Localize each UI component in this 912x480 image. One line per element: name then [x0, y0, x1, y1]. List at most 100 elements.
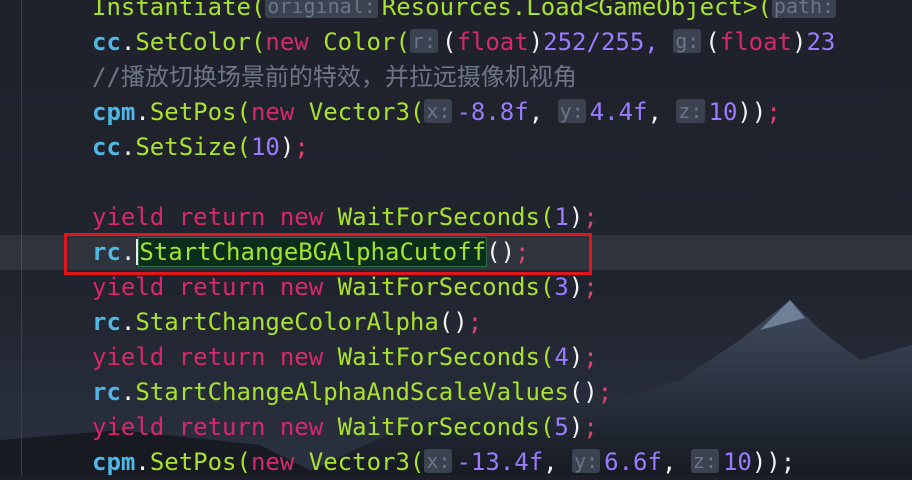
parameter-hint: g:	[673, 29, 702, 53]
code-token: SetSize(	[135, 133, 251, 161]
code-token: yield	[92, 343, 179, 371]
code-token: yield	[92, 203, 179, 231]
code-line-1: Instantiate(original: Resources.Load<Game…	[0, 0, 912, 25]
code-token: ()	[568, 378, 598, 406]
code-token: new	[279, 273, 338, 301]
code-token: WaitForSeconds(	[337, 203, 555, 231]
code-token: .	[135, 448, 150, 476]
code-line-7: yield return new WaitForSeconds(1);	[0, 200, 912, 235]
code-token: -8.8f	[456, 98, 529, 126]
code-token: ,	[528, 98, 558, 126]
code-token: .	[120, 133, 136, 161]
code-token: 10	[722, 448, 752, 476]
code-token: .	[120, 308, 136, 336]
code-token: SetPos(	[149, 98, 251, 126]
code-token: )	[528, 28, 544, 56]
code-token: return	[178, 273, 280, 301]
code-token: Vector3(	[308, 448, 425, 476]
code-line-10: rc.StartChangeColorAlpha();	[0, 305, 912, 340]
code-line-3: //播放切换场景前的特效，并拉远摄像机视角	[0, 60, 912, 95]
code-token: cc	[92, 28, 121, 56]
code-token: WaitForSeconds(	[337, 413, 555, 441]
code-token: new	[265, 28, 324, 56]
code-token: cpm	[92, 98, 136, 126]
code-token: SetPos(	[149, 448, 251, 476]
code-token: 1	[554, 203, 569, 231]
code-token: cpm	[92, 448, 136, 476]
code-token: yield	[92, 413, 179, 441]
code-token: return	[178, 343, 280, 371]
code-token: ;	[583, 343, 598, 371]
code-token: rc	[92, 308, 121, 336]
code-token: ;	[597, 378, 613, 406]
code-token: (	[442, 28, 457, 56]
code-token: 6.6f	[604, 448, 662, 476]
red-annotation-box	[64, 233, 592, 275]
code-token: )	[568, 343, 584, 371]
code-token: 5	[554, 413, 569, 441]
code-line-5: cc.SetSize(10);	[0, 130, 912, 165]
code-token: )	[279, 133, 295, 161]
parameter-hint: z:	[676, 99, 705, 123]
code-token: .	[120, 28, 136, 56]
code-line-2: cc.SetColor(new Color(r: (float)252/255, …	[0, 25, 912, 60]
code-token: -13.4f	[456, 448, 544, 476]
code-token: new	[279, 203, 338, 231]
code-token: return	[178, 413, 280, 441]
parameter-hint: original:	[265, 0, 378, 18]
code-token: new	[250, 98, 309, 126]
code-token: StartChangeAlphaAndScaleValues	[135, 378, 569, 406]
code-token: .	[120, 378, 136, 406]
code-token: )	[568, 203, 584, 231]
parameter-hint: x:	[424, 449, 453, 473]
code-token: new	[279, 413, 338, 441]
code-comment: //播放切换场景前的特效，并拉远摄像机视角	[92, 63, 577, 91]
code-token: cc	[92, 133, 121, 161]
parameter-hint: z:	[690, 449, 719, 473]
code-token: ;	[583, 203, 598, 231]
code-token: ;	[294, 133, 309, 161]
code-token: new	[250, 448, 309, 476]
code-token: Load	[526, 0, 585, 21]
code-token: Resources.	[381, 0, 527, 21]
code-line-13: yield return new WaitForSeconds(5);	[0, 410, 912, 445]
parameter-hint: x:	[424, 99, 453, 123]
code-token: WaitForSeconds(	[337, 273, 555, 301]
parameter-hint: path:	[771, 0, 837, 18]
code-token: Instantiate(	[92, 0, 266, 21]
code-token: ;	[766, 98, 781, 126]
code-token: (	[705, 28, 720, 56]
code-token: 4	[554, 343, 569, 371]
code-token: 252/255,	[543, 28, 674, 56]
code-token: 10	[250, 133, 280, 161]
code-token: float	[456, 28, 529, 56]
code-line-12: rc.StartChangeAlphaAndScaleValues();	[0, 375, 912, 410]
code-token: ;	[583, 273, 598, 301]
parameter-hint: y:	[572, 449, 601, 473]
code-token: SetColor(	[135, 28, 266, 56]
code-token: 4.4f	[589, 98, 648, 126]
code-token: <GameObject>(	[584, 0, 772, 21]
code-line-11: yield return new WaitForSeconds(4);	[0, 340, 912, 375]
code-token: ;	[583, 413, 598, 441]
code-line-9: yield return new WaitForSeconds(3);	[0, 270, 912, 305]
code-token: ))	[737, 98, 767, 126]
code-token: rc	[92, 378, 121, 406]
code-token: new	[279, 343, 338, 371]
code-token: Color(	[323, 28, 410, 56]
parameter-hint: r:	[409, 29, 438, 53]
code-token: ,	[661, 448, 691, 476]
code-token: return	[178, 203, 280, 231]
code-line-4: cpm.SetPos(new Vector3(x: -8.8f, y: 4.4f, …	[0, 95, 912, 130]
code-token: float	[719, 28, 792, 56]
code-token: )	[792, 28, 807, 56]
code-token: )	[568, 273, 584, 301]
code-token: 10	[708, 98, 738, 126]
parameter-hint: y:	[557, 99, 586, 123]
code-token: ;	[467, 308, 483, 336]
code-token: ,	[647, 98, 677, 126]
code-token: StartChangeColorAlpha	[135, 308, 439, 336]
code-token: )	[568, 413, 584, 441]
code-token: ,	[543, 448, 573, 476]
code-token: WaitForSeconds(	[337, 343, 555, 371]
